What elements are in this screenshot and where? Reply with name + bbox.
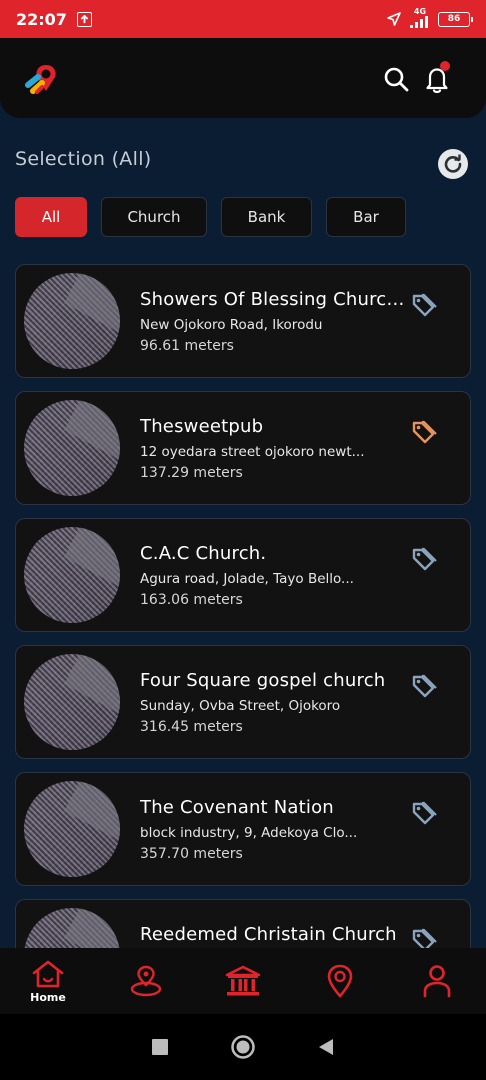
home-circle-icon[interactable] [230,1034,256,1060]
home-icon [32,960,64,987]
filter-chip-church[interactable]: Church [101,197,207,237]
tag-icon[interactable] [410,799,438,827]
place-name: C.A.C Church. [140,543,267,564]
location-arrow-icon [387,12,401,26]
place-card[interactable]: Four Square gospel church Sunday, Ovba S… [15,645,471,759]
place-distance: 357.70 meters [140,846,243,862]
map-pin-icon [327,964,353,998]
place-name: Reedemed Christain Church [140,924,397,945]
nav-profile[interactable] [407,948,467,1014]
places-list[interactable]: Showers Of Blessing Church ... New Ojoko… [15,264,471,949]
refresh-button[interactable] [438,149,468,179]
search-button[interactable] [382,65,410,93]
battery-indicator: 86 [438,11,473,27]
filter-chip-all[interactable]: All [15,197,87,237]
nav-home[interactable]: Home [18,948,78,1014]
app-header [0,38,486,118]
place-card[interactable]: Reedemed Christain Church [15,899,471,949]
place-name: The Covenant Nation [140,797,334,818]
network-indicator: 4G [410,8,430,30]
refresh-icon [444,154,462,173]
system-navigation-bar [0,1014,486,1080]
place-card[interactable]: C.A.C Church. Agura road, Jolade, Tayo B… [15,518,471,632]
place-distance: 137.29 meters [140,465,243,481]
filter-chip-bar[interactable]: Bar [326,197,406,237]
place-distance: 316.45 meters [140,719,243,735]
selection-title: Selection (All) [15,148,152,170]
tag-icon[interactable] [410,545,438,573]
place-thumbnail [24,908,120,949]
nav-home-label: Home [30,990,66,1004]
recents-icon[interactable] [151,1038,169,1056]
place-address: 12 oyedara street ojokoro newt... [140,444,365,460]
place-name: Thesweetpub [140,416,264,437]
place-thumbnail [24,527,120,623]
back-icon[interactable] [317,1038,335,1056]
place-thumbnail [24,273,120,369]
battery-level: 86 [447,14,461,24]
place-card[interactable]: Thesweetpub 12 oyedara street ojokoro ne… [15,391,471,505]
upload-notification-icon [76,11,92,27]
place-thumbnail [24,654,120,750]
place-name: Showers Of Blessing Church ... [140,289,406,310]
notification-badge [440,61,450,71]
category-filters: All Church Bank Bar [15,197,406,237]
signal-icon [410,16,428,28]
place-card[interactable]: The Covenant Nation block industry, 9, A… [15,772,471,886]
filter-chip-bank[interactable]: Bank [221,197,312,237]
place-name: Four Square gospel church [140,670,386,691]
place-address: block industry, 9, Adekoya Clo... [140,825,358,841]
place-thumbnail [24,781,120,877]
map-pin-logo-icon[interactable] [24,59,64,99]
tag-icon[interactable] [410,926,438,949]
place-address: Sunday, Ovba Street, Ojokoro [140,698,341,714]
status-time: 22:07 [16,9,67,29]
place-card[interactable]: Showers Of Blessing Church ... New Ojoko… [15,264,471,378]
nav-places[interactable] [310,948,370,1014]
nav-nearby[interactable] [116,948,176,1014]
nav-bank[interactable] [213,948,273,1014]
place-distance: 96.61 meters [140,338,234,354]
search-icon [384,67,409,92]
notifications-button[interactable] [422,61,452,95]
tag-icon[interactable] [410,672,438,700]
location-radius-icon [130,965,162,997]
bank-icon [225,965,261,996]
bottom-navigation: Home [0,948,486,1014]
place-address: Agura road, Jolade, Tayo Bello... [140,571,354,587]
network-type: 4G [413,7,427,16]
profile-icon [423,965,451,997]
tag-icon[interactable] [410,418,438,446]
place-distance: 163.06 meters [140,592,243,608]
status-bar: 22:07 4G 86 [0,0,486,38]
place-address: New Ojokoro Road, Ikorodu [140,317,323,333]
tag-icon[interactable] [410,291,438,319]
place-thumbnail [24,400,120,496]
